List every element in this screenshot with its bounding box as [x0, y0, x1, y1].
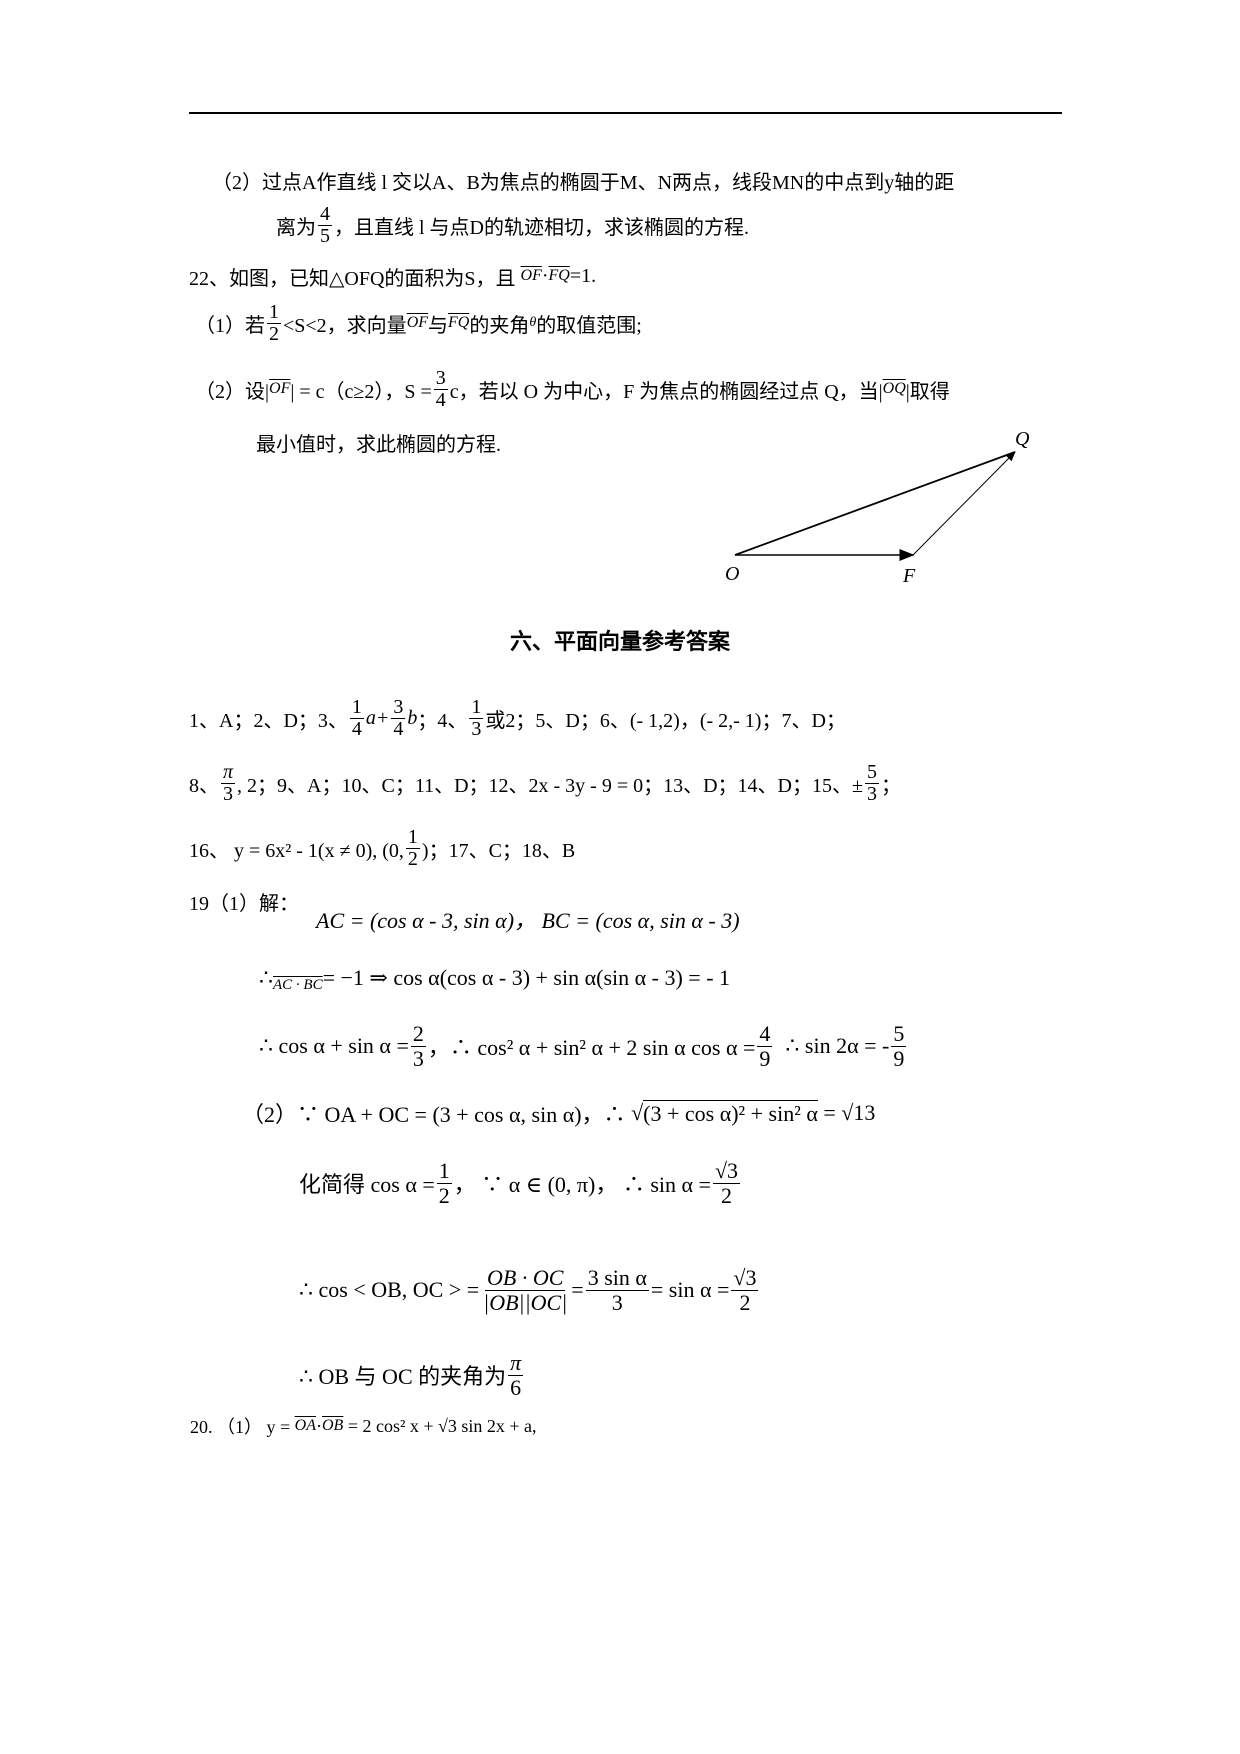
- fraction: 59: [891, 1021, 907, 1071]
- numerator: √3: [712, 1158, 741, 1184]
- numerator: π: [508, 1350, 524, 1376]
- text: AC = (cos α - 3, sin α)， BC = (cos α, si…: [316, 908, 740, 933]
- label-q: Q: [1015, 428, 1030, 450]
- fraction: 14: [349, 695, 364, 740]
- text: ；4、: [417, 709, 468, 732]
- text: ∴ cos α + sin α =: [259, 1033, 409, 1058]
- numerator: 2: [410, 1021, 426, 1047]
- fraction: 34: [391, 695, 406, 740]
- text: b: [407, 706, 418, 729]
- numerator: 5: [891, 1021, 907, 1047]
- text: a+: [365, 706, 390, 729]
- denominator: 6: [510, 1374, 522, 1400]
- text: 16、 y = 6x² - 1(x ≠ 0), (0,: [189, 839, 404, 862]
- q19-line1: AC = (cos α - 3, sin α)， BC = (cos α, si…: [316, 904, 740, 934]
- denominator: 3: [412, 1045, 424, 1071]
- text: =: [571, 1277, 584, 1302]
- text: ∴ OB 与 OC 的夹角为: [299, 1364, 507, 1389]
- numerator: 1: [436, 1158, 452, 1184]
- text: = 2 cos² x + √3 sin 2x + a,: [347, 1415, 537, 1436]
- vector-ob: OB: [321, 1417, 344, 1434]
- numerator: 3: [391, 695, 406, 719]
- answers-line3: 16、 y = 6x² - 1(x ≠ 0), (0, 12 )；17、C；18…: [189, 826, 576, 869]
- q20-line1: 20. （1） y = OA · OB = 2 cos² x + √3 sin …: [190, 1411, 537, 1441]
- numerator: OB · OC: [485, 1265, 566, 1291]
- q19-line5: 化简得 cos α = 12 ， ∵ α ∈ (0, π)， ∴ sin α =…: [299, 1159, 742, 1207]
- text: ∴: [259, 965, 273, 990]
- q19-label: 19（1）解：: [189, 886, 299, 916]
- text: 19（1）解：: [189, 892, 299, 915]
- text: ；: [880, 774, 901, 797]
- vector-oq-line: [734, 451, 1016, 556]
- text: ，∴ cos² α + sin² α + 2 sin α cos α =: [427, 1035, 756, 1060]
- vector-product: AC · BC: [273, 976, 323, 993]
- numerator: 4: [757, 1021, 773, 1047]
- denominator: 3: [866, 782, 877, 805]
- fraction: 49: [757, 1021, 773, 1071]
- numerator: 3 sin α: [585, 1265, 649, 1291]
- fraction: √3 2: [712, 1158, 741, 1208]
- fraction: OB · OC |OB||OC|: [481, 1266, 569, 1313]
- denominator: 3: [471, 717, 482, 740]
- text: 20. （1） y =: [190, 1417, 291, 1437]
- numerator: π: [221, 760, 236, 784]
- denominator: 4: [351, 717, 362, 740]
- fraction: 12: [436, 1158, 452, 1208]
- q19-part2: （2）∵ OA + OC = (3 + cos α, sin α)，∴ √ (3 …: [242, 1098, 875, 1128]
- fraction: 13: [469, 695, 484, 740]
- text: ∴ sin 2α = -: [785, 1033, 890, 1058]
- answers-line2: 8、 π3 , 2；9、A；10、C；11、D；12、2x - 3y - 9 =…: [189, 761, 901, 804]
- fraction: π6: [508, 1350, 524, 1400]
- fraction: 23: [410, 1021, 426, 1071]
- denominator: 2: [720, 1182, 732, 1208]
- text: 8、: [189, 774, 219, 797]
- denominator: 9: [759, 1045, 771, 1071]
- answers-line1: 1、A；2、D；3、 14 a+ 34 b ；4、 13 或2；5、D；6、(-…: [189, 696, 846, 739]
- denominator: 9: [893, 1045, 905, 1071]
- triangle-ofq-figure: O F Q: [725, 428, 1030, 587]
- denominator: 4: [393, 717, 404, 740]
- label-f: F: [902, 565, 916, 587]
- q19-line2: ∴ AC · BC = −1 ⇒ cos α(cos α - 3) + sin …: [259, 963, 730, 993]
- text: 化简得 cos α =: [299, 1172, 435, 1197]
- vector-oa: OA: [294, 1417, 316, 1434]
- numerator: √3: [731, 1265, 759, 1291]
- numerator: 5: [864, 760, 879, 784]
- sqrt-content: (3 + cos α)² + sin² α: [643, 1099, 818, 1126]
- text: = −1 ⇒ cos α(cos α - 3) + sin α(sin α - …: [322, 965, 731, 990]
- denominator: 2: [438, 1182, 450, 1208]
- text: )；17、C；18、B: [421, 839, 576, 862]
- fraction: 3 sin α3: [585, 1265, 649, 1315]
- fraction: 53: [864, 760, 879, 805]
- text: 或2；5、D；6、(- 1,2)，(- 2,- 1)；7、D；: [485, 709, 846, 732]
- label-o: O: [725, 563, 739, 585]
- fraction: √3 2: [731, 1265, 759, 1315]
- denominator: 2: [739, 1289, 751, 1315]
- text: , 2；9、A；10、C；11、D；12、2x - 3y - 9 = 0；13、…: [237, 774, 863, 797]
- q19-line3: ∴ cos α + sin α = 23 ，∴ cos² α + sin² α …: [259, 1022, 908, 1070]
- text: （2）∵ OA + OC = (3 + cos α, sin α)，∴: [242, 1102, 626, 1127]
- numerator: 1: [469, 695, 484, 719]
- fraction: 12: [405, 825, 420, 870]
- numerator: 1: [405, 825, 420, 849]
- text: ， ∵ α ∈ (0, π)， ∴ sin α =: [453, 1172, 711, 1197]
- q19-line6: ∴ cos < OB, OC > = OB · OC |OB||OC| = 3 s…: [299, 1266, 760, 1314]
- denominator: 3: [611, 1289, 623, 1315]
- text: = √13: [823, 1100, 876, 1125]
- text: 1、A；2、D；3、: [189, 709, 348, 732]
- fraction: π3: [221, 760, 236, 805]
- text: = sin α =: [650, 1277, 730, 1302]
- answers-heading: 六、平面向量参考答案: [509, 630, 730, 655]
- denominator: 3: [223, 782, 234, 805]
- text: ∴ cos < OB, OC > =: [299, 1277, 480, 1302]
- vector-fq-arrow: [912, 451, 1016, 556]
- denominator: 2: [407, 847, 418, 870]
- denominator: |OB||OC|: [483, 1289, 568, 1315]
- q19-line7: ∴ OB 与 OC 的夹角为 π6: [299, 1351, 525, 1399]
- numerator: 1: [349, 695, 364, 719]
